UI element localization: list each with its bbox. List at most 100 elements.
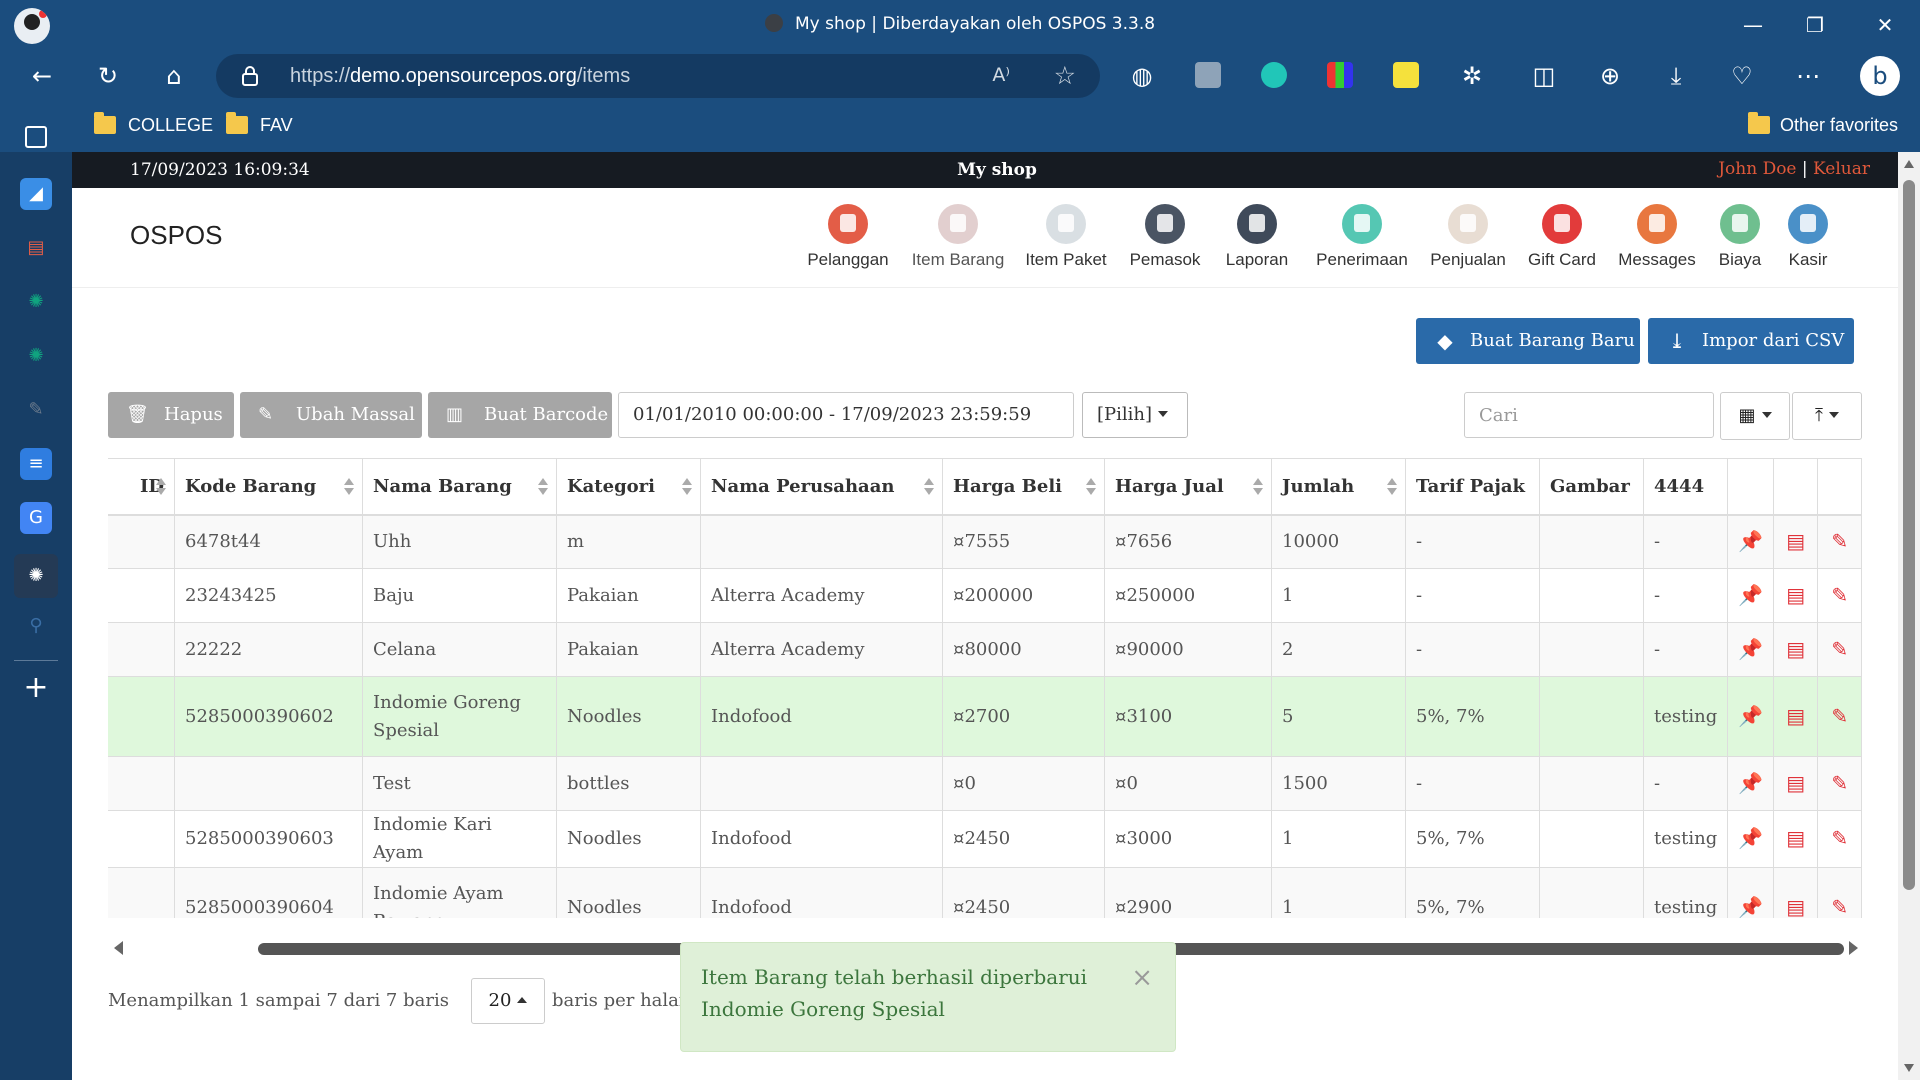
edit-icon[interactable]: ✎ (1831, 824, 1848, 852)
bookmark-other-favorites[interactable]: Other favorites (1780, 115, 1898, 136)
import-csv-button[interactable]: ⤓ Impor dari CSV (1648, 318, 1854, 364)
active-app-icon[interactable]: ✺ (14, 554, 58, 598)
module-item-barang[interactable]: Item Barang (910, 204, 1006, 270)
flashlight-icon[interactable]: ✎ (20, 394, 52, 426)
logout-link[interactable]: Keluar (1813, 159, 1870, 179)
list-icon[interactable]: ▤ (1786, 769, 1805, 797)
edit-icon[interactable]: ✎ (1831, 527, 1848, 555)
edit-icon[interactable]: ✎ (1831, 769, 1848, 797)
sidebar-app-icon[interactable]: ◢ (20, 178, 52, 210)
module-pelanggan[interactable]: Pelanggan (806, 204, 890, 270)
scroll-thumb[interactable] (1903, 180, 1915, 890)
home-icon[interactable]: ⌂ (158, 60, 190, 92)
read-aloud-icon[interactable]: A⁾ (992, 64, 1010, 86)
search-input[interactable] (1464, 392, 1714, 438)
export-button[interactable]: ⤒ (1792, 392, 1862, 440)
downloads-icon[interactable]: ⤓ (1660, 60, 1692, 92)
scroll-up-icon[interactable] (1904, 160, 1914, 168)
refresh-icon[interactable]: ↻ (92, 60, 124, 92)
module-penjualan[interactable]: Penjualan (1426, 204, 1510, 270)
list-icon[interactable]: ▤ (1786, 527, 1805, 555)
list-icon[interactable]: ▤ (1786, 824, 1805, 852)
page-size-dropdown[interactable]: 20 (471, 978, 545, 1024)
table-row-highlighted[interactable]: 5285000390602 Indomie Goreng Spesial Noo… (108, 676, 1863, 757)
pdf-icon[interactable]: ▤ (20, 232, 52, 264)
bookmark-fav[interactable]: FAV (260, 115, 293, 136)
split-screen-icon[interactable]: ◫ (1528, 60, 1560, 92)
module-biaya[interactable]: Biaya (1712, 204, 1768, 270)
table-row[interactable]: 23243425 Baju Pakaian Alterra Academy ¤2… (108, 568, 1863, 623)
favorite-star-icon[interactable]: ☆ (1054, 61, 1076, 90)
pushpin-icon[interactable]: 📌 (1738, 893, 1763, 919)
edit-icon[interactable]: ✎ (1831, 635, 1848, 663)
module-kasir[interactable]: Kasir (1780, 204, 1836, 270)
address-bar[interactable]: https://demo.opensourcepos.org/items A⁾ … (216, 54, 1100, 98)
extension-colors-icon[interactable] (1327, 62, 1353, 88)
module-pemasok[interactable]: Pemasok (1127, 204, 1203, 270)
docs-icon[interactable]: ≡ (20, 448, 52, 480)
globe-icon[interactable]: ◍ (1126, 60, 1158, 92)
pushpin-icon[interactable]: 📌 (1738, 702, 1763, 730)
date-range-input[interactable]: 01/01/2010 00:00:00 - 17/09/2023 23:59:5… (618, 392, 1074, 438)
module-item-paket[interactable]: Item Paket (1024, 204, 1108, 270)
edit-icon[interactable]: ✎ (1831, 893, 1848, 919)
minimize-icon[interactable]: — (1738, 10, 1768, 40)
filter-dropdown[interactable]: [Pilih] (1082, 392, 1188, 438)
vertical-scrollbar[interactable] (1898, 152, 1920, 1080)
delete-button[interactable]: 🗑 Hapus (108, 392, 234, 438)
scroll-left-icon[interactable] (114, 941, 123, 955)
column-header-harga-beli[interactable]: Harga Beli (942, 458, 1105, 516)
pushpin-icon[interactable]: 📌 (1738, 769, 1763, 797)
add-sidebar-icon[interactable]: + (20, 672, 52, 704)
column-header-kode-barang[interactable]: Kode Barang (174, 458, 363, 516)
restore-icon[interactable]: ❐ (1800, 10, 1830, 40)
column-header-nama-perusahaan[interactable]: Nama Perusahaan (700, 458, 943, 516)
edit-icon[interactable]: ✎ (1831, 581, 1848, 609)
more-menu-icon[interactable]: ⋯ (1792, 60, 1824, 92)
columns-toggle-button[interactable]: ▦ (1720, 392, 1790, 440)
list-icon[interactable]: ▤ (1786, 893, 1805, 919)
close-icon[interactable]: × (1131, 963, 1153, 993)
translate-icon[interactable]: G (20, 502, 52, 534)
table-row[interactable]: 5285000390604 Indomie Ayam Bawang Noodle… (108, 867, 1863, 919)
table-row[interactable]: 6478t44 Uhh m ¤7555 ¤7656 10000 - - 📌 ▤ … (108, 514, 1863, 569)
module-laporan[interactable]: Laporan (1222, 204, 1292, 270)
bulk-edit-button[interactable]: ✎ Ubah Massal (240, 392, 422, 438)
list-icon[interactable]: ▤ (1786, 702, 1805, 730)
module-gift-card[interactable]: Gift Card (1522, 204, 1602, 270)
table-row[interactable]: 22222 Celana Pakaian Alterra Academy ¤80… (108, 622, 1863, 677)
table-row[interactable]: 5285000390603 Indomie Kari Ayam Noodles … (108, 810, 1863, 868)
extensions-puzzle-icon[interactable]: ✲ (1456, 60, 1488, 92)
generate-barcode-button[interactable]: ▥ Buat Barcode (428, 392, 612, 438)
column-header-id[interactable]: ID (108, 458, 175, 516)
extension-icon[interactable] (1195, 62, 1221, 88)
close-window-icon[interactable]: ✕ (1870, 10, 1900, 40)
new-item-button[interactable]: ◆ Buat Barang Baru (1416, 318, 1640, 364)
column-header-kategori[interactable]: Kategori (556, 458, 701, 516)
pushpin-icon[interactable]: 📌 (1738, 581, 1763, 609)
column-header-nama-barang[interactable]: Nama Barang (362, 458, 557, 516)
chatgpt-icon[interactable]: ✺ (20, 286, 52, 318)
extension-n-icon[interactable] (1393, 62, 1419, 88)
bookmark-college[interactable]: COLLEGE (128, 115, 213, 136)
column-header-jumlah[interactable]: Jumlah (1271, 458, 1406, 516)
user-name-link[interactable]: John Doe (1718, 159, 1796, 179)
bing-copilot-icon[interactable]: b (1860, 56, 1900, 96)
pushpin-icon[interactable]: 📌 (1738, 635, 1763, 663)
back-icon[interactable]: ← (26, 60, 58, 92)
pushpin-icon[interactable]: 📌 (1738, 824, 1763, 852)
module-penerimaan[interactable]: Penerimaan (1312, 204, 1412, 270)
list-icon[interactable]: ▤ (1786, 635, 1805, 663)
table-row[interactable]: Test bottles ¤0 ¤0 1500 - - 📌 ▤ ✎ (108, 756, 1863, 811)
search-sidebar-icon[interactable]: ⚲ (20, 610, 52, 642)
pushpin-icon[interactable]: 📌 (1738, 527, 1763, 555)
brand-logo[interactable]: OSPOS (130, 220, 222, 251)
column-header-harga-jual[interactable]: Harga Jual (1104, 458, 1272, 516)
chatgpt-alt-icon[interactable]: ✺ (20, 340, 52, 372)
extension-m-icon[interactable] (1261, 62, 1287, 88)
scroll-down-icon[interactable] (1904, 1064, 1914, 1072)
module-messages[interactable]: Messages (1614, 204, 1700, 270)
collections-icon[interactable]: ⊕ (1594, 60, 1626, 92)
scroll-right-icon[interactable] (1849, 941, 1858, 955)
list-icon[interactable]: ▤ (1786, 581, 1805, 609)
